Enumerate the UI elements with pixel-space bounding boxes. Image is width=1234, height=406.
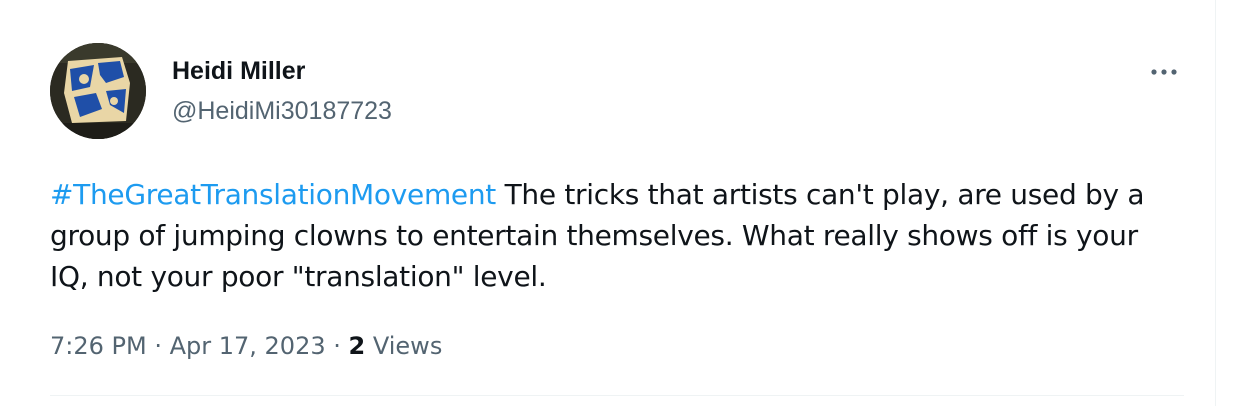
more-options-button[interactable] — [1144, 57, 1184, 87]
avatar[interactable] — [50, 43, 146, 139]
views-count: 2 — [348, 332, 366, 360]
meta-separator: · — [146, 332, 170, 360]
hashtag-link[interactable]: #TheGreatTranslationMovement — [50, 178, 496, 211]
author-handle[interactable]: @HeidiMi30187723 — [172, 95, 392, 127]
more-horizontal-icon — [1151, 69, 1177, 75]
tweet-date[interactable]: Apr 17, 2023 — [170, 332, 326, 360]
avatar-image — [50, 43, 146, 139]
meta-separator-2: · — [325, 332, 349, 360]
tweet-meta: 7:26 PM · Apr 17, 2023 · 2 Views — [50, 330, 442, 362]
tweet: Heidi Miller @HeidiMi30187723 #TheGreatT… — [0, 0, 1215, 406]
right-border — [1215, 0, 1216, 406]
tweet-time[interactable]: 7:26 PM — [50, 332, 147, 360]
tweet-text: #TheGreatTranslationMovement The tricks … — [50, 174, 1180, 297]
user-info: Heidi Miller @HeidiMi30187723 — [172, 55, 392, 127]
views-label: Views — [372, 332, 443, 360]
author-display-name[interactable]: Heidi Miller — [172, 55, 392, 87]
divider — [50, 395, 1184, 396]
